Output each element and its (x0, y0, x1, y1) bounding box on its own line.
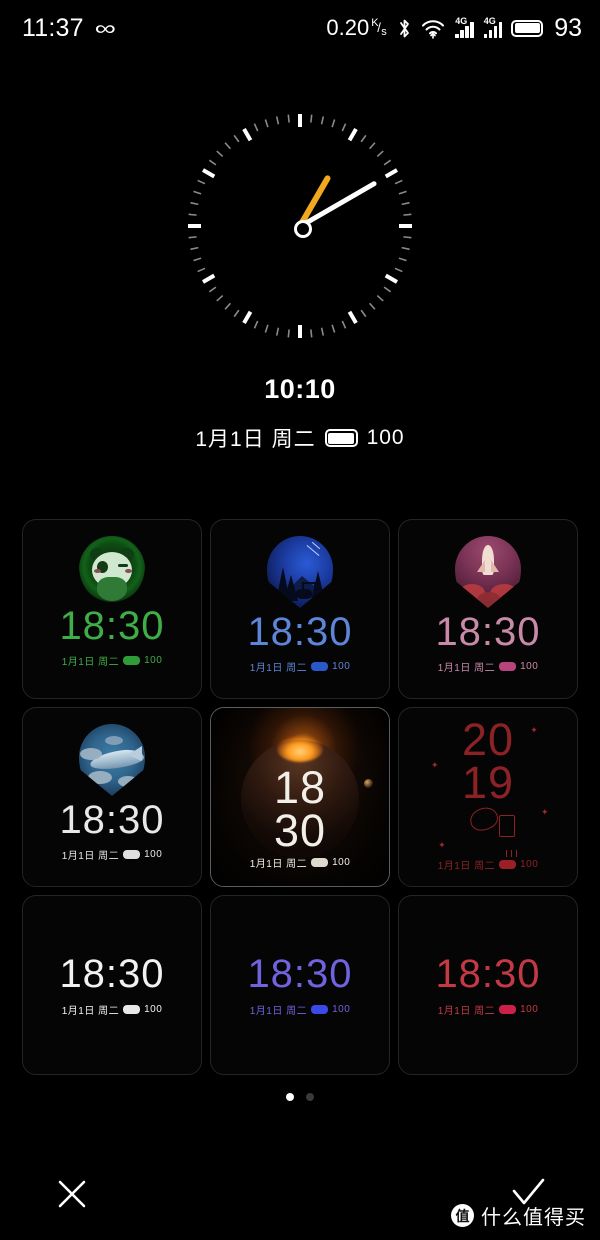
analog-clock (180, 106, 420, 346)
face-battery-icon (499, 662, 517, 671)
face-time-top: 18 (273, 761, 327, 813)
whale-artwork (79, 724, 145, 796)
face-battery-icon (311, 1004, 329, 1014)
network-speed-indicator: 0.20 K / s (326, 15, 388, 41)
watchface-card-digital-white[interactable]: 18:30 1月1日 周二 100 (22, 895, 202, 1075)
signal-sim2-icon: 4G (483, 16, 503, 38)
infinity-icon: ∞ (94, 16, 115, 40)
face-time-bottom: 30 (273, 805, 327, 856)
watchface-preview: 10:10 1月1日 周二 100 (0, 106, 600, 453)
face-meta: 1月1日 周二 100 (438, 857, 539, 872)
page-dot-1[interactable] (286, 1093, 294, 1101)
face-battery-level: 100 (520, 661, 539, 672)
face-battery-icon (499, 1004, 517, 1014)
face-time-top: 20 (461, 714, 515, 765)
face-date: 1月1日 周二 (437, 861, 496, 872)
watchface-grid: 18:30 1月1日 周二 100 18:30 1月1日 周二 100 18:3… (0, 519, 600, 1075)
page-dot-2[interactable] (306, 1093, 314, 1101)
battery-level-label: 93 (554, 13, 582, 42)
face-date: 1月1日 周二 (437, 663, 496, 674)
signal-sim1-icon: 4G (454, 16, 474, 38)
face-meta: 1月1日 周二 100 (438, 659, 539, 674)
watermark-badge: 值 (451, 1204, 474, 1227)
face-time: 18:30 (59, 951, 165, 996)
watermark-text: 什么值得买 (481, 1205, 586, 1229)
watchface-card-deer-night[interactable]: 18:30 1月1日 周二 100 (210, 519, 390, 699)
face-meta: 1月1日 周二 100 (250, 1002, 351, 1017)
face-battery-level: 100 (332, 1003, 351, 1015)
face-battery-icon (123, 850, 141, 859)
face-meta: 1月1日 周二 100 (62, 1002, 163, 1017)
rocket-artwork (455, 536, 521, 608)
cancel-button[interactable] (50, 1172, 94, 1216)
watermark: 值 什么值得买 (451, 1201, 586, 1230)
face-battery-icon (311, 662, 329, 671)
face-time: 18:30 (59, 798, 165, 842)
status-bar-left: 11:37 ∞ (22, 13, 116, 43)
face-meta: 1月1日 周二 100 (250, 855, 351, 870)
watchface-card-panda[interactable]: 18:30 1月1日 周二 100 (22, 519, 202, 699)
network-speed-value: 0.20 (326, 15, 370, 40)
face-meta: 1月1日 周二 100 (62, 653, 163, 668)
preview-battery-level: 100 (366, 426, 405, 449)
network-speed-unit: K / s (371, 17, 387, 38)
face-date: 1月1日 周二 (249, 859, 308, 870)
face-time-bottom: 19 (461, 757, 515, 809)
face-date: 1月1日 周二 (249, 663, 308, 674)
face-battery-level: 100 (520, 1003, 539, 1015)
status-bar: 11:37 ∞ 0.20 K / s 4G 4G 93 (0, 0, 600, 56)
panda-artwork (79, 536, 145, 602)
face-time: 20 19 (461, 714, 515, 809)
watchface-card-eclipse[interactable]: 18 30 1月1日 周二 100 (210, 707, 390, 887)
status-bar-clock: 11:37 (22, 13, 84, 42)
face-time: 18:30 (435, 610, 541, 654)
face-battery-level: 100 (144, 1003, 163, 1015)
wifi-icon (421, 18, 445, 39)
face-time: 18:30 (247, 610, 353, 654)
deer-night-artwork (267, 536, 333, 608)
face-date: 1月1日 周二 (61, 851, 120, 862)
watchface-card-digital-purple[interactable]: 18:30 1月1日 周二 100 (210, 895, 390, 1075)
face-time: 18:30 (247, 951, 353, 996)
face-battery-level: 100 (144, 655, 163, 666)
watchface-card-whale[interactable]: 18:30 1月1日 周二 100 (22, 707, 202, 887)
battery-icon (511, 19, 544, 37)
close-icon (58, 1180, 86, 1208)
face-battery-level: 100 (332, 857, 351, 868)
preview-date-label: 1月1日 周二 (195, 428, 316, 451)
face-battery-icon (499, 860, 517, 869)
watchface-card-rocket[interactable]: 18:30 1月1日 周二 100 (398, 519, 578, 699)
face-battery-icon (123, 656, 141, 665)
clock-center-hub (294, 220, 312, 238)
face-time: 18:30 (59, 604, 165, 648)
face-date: 1月1日 周二 (249, 1005, 308, 1017)
page-indicator[interactable] (0, 1093, 600, 1101)
status-bar-right: 0.20 K / s 4G 4G 93 (326, 14, 582, 43)
watchface-card-new-year-2019[interactable]: ✦ ✦ ✦ ✦ 20 19 1月1日 周二 100 (398, 707, 578, 887)
face-battery-icon (311, 858, 329, 867)
preview-digital-time: 10:10 (264, 374, 336, 404)
preview-battery-icon (324, 429, 358, 447)
face-meta: 1月1日 周二 100 (250, 659, 351, 674)
bluetooth-icon (397, 18, 412, 39)
face-date: 1月1日 周二 (61, 657, 120, 668)
face-battery-icon (123, 1004, 141, 1014)
face-meta: 1月1日 周二 100 (438, 1002, 539, 1017)
face-meta: 1月1日 周二 100 (62, 847, 163, 862)
preview-date-row: 1月1日 周二 100 (195, 423, 404, 453)
face-battery-level: 100 (332, 661, 351, 672)
face-date: 1月1日 周二 (437, 1005, 496, 1017)
watchface-card-digital-red[interactable]: 18:30 1月1日 周二 100 (398, 895, 578, 1075)
face-date: 1月1日 周二 (61, 1005, 120, 1017)
face-battery-level: 100 (144, 849, 163, 860)
face-battery-level: 100 (520, 859, 539, 870)
face-time: 18:30 (435, 951, 541, 996)
face-time: 18 30 (273, 761, 327, 856)
